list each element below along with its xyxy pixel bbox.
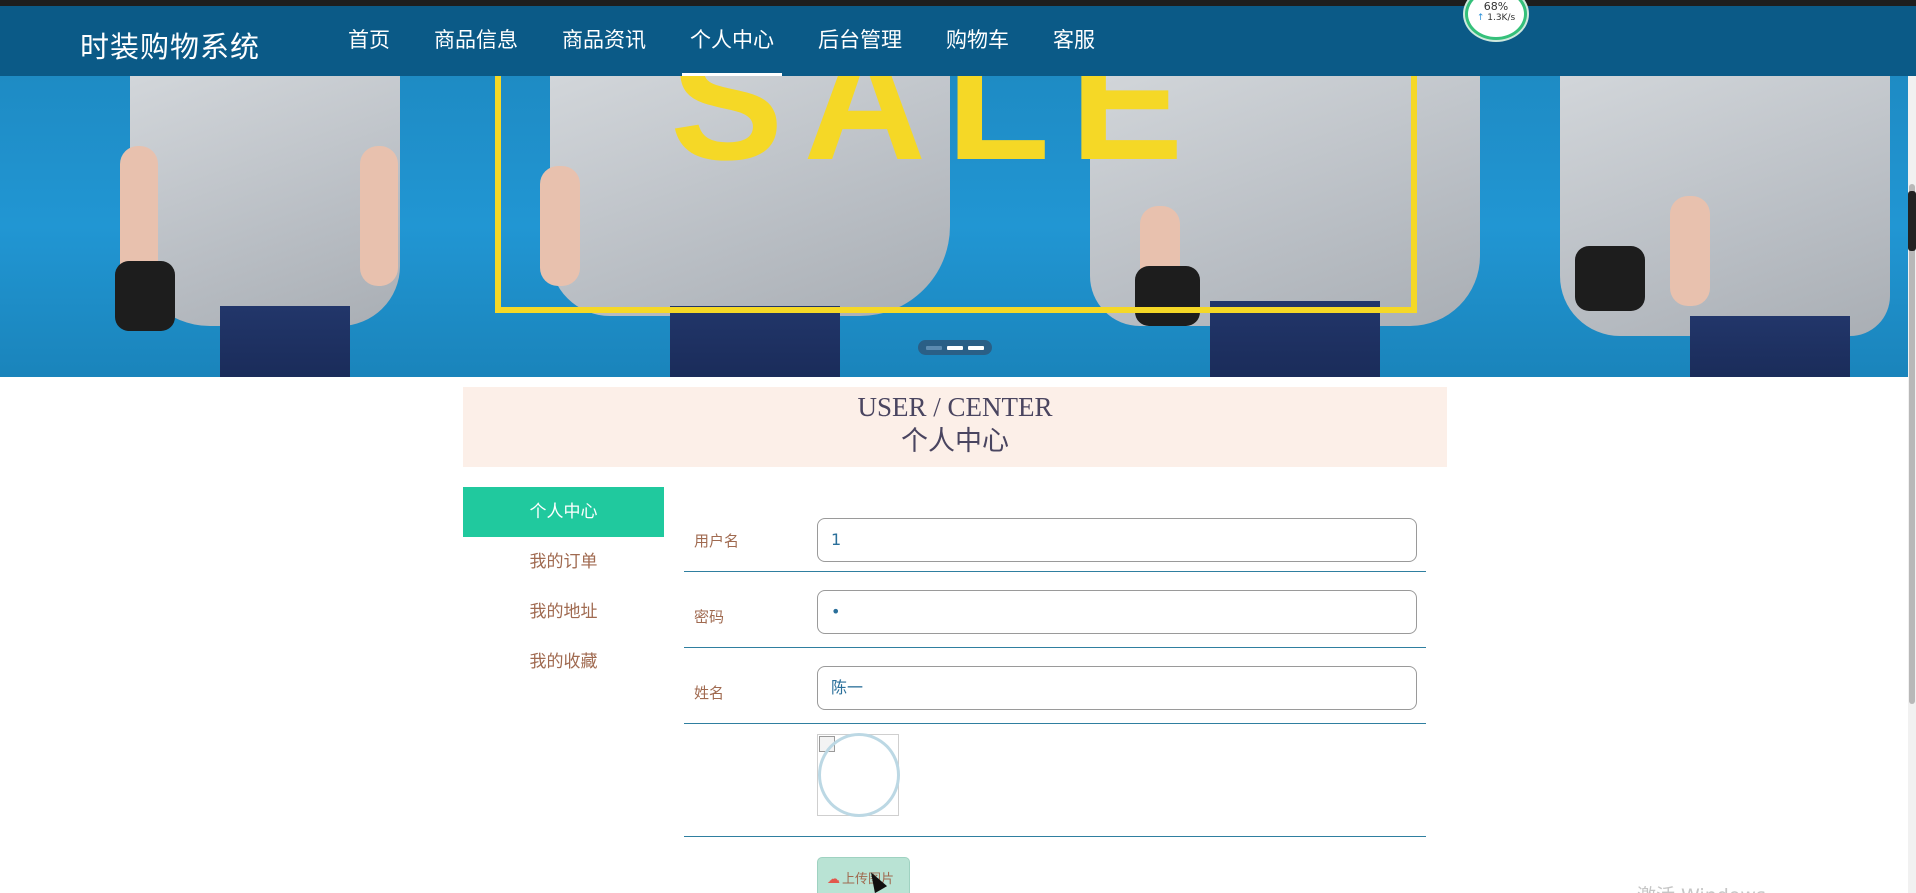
sidebar-item-user-center[interactable]: 个人中心 [463, 487, 664, 537]
nav-item-admin[interactable]: 后台管理 [800, 6, 920, 76]
password-label: 密码 [694, 608, 725, 626]
nav-item-user-center[interactable]: 个人中心 [672, 6, 792, 76]
main-nav: 首页 商品信息 商品资讯 个人中心 后台管理 购物车 客服 [330, 6, 1121, 76]
username-label: 用户名 [694, 532, 740, 550]
user-info-form: 用户名 1 密码 • 姓名 陈一 [684, 500, 1426, 837]
nav-item-service[interactable]: 客服 [1035, 6, 1113, 76]
sidebar-item-addresses[interactable]: 我的地址 [463, 587, 664, 637]
name-field[interactable]: 陈一 [817, 666, 1417, 710]
avatar-image [817, 733, 900, 817]
site-title: 时装购物系统 [80, 30, 261, 64]
form-row-password: 密码 • [684, 572, 1426, 648]
nav-item-news[interactable]: 商品资讯 [544, 6, 664, 76]
carousel-dot-1[interactable] [926, 345, 942, 350]
windows-activation-watermark: 激活 Windows [1637, 881, 1766, 893]
form-row-username: 用户名 1 [684, 500, 1426, 572]
user-sidebar: 个人中心 我的订单 我的地址 我的收藏 [463, 487, 664, 687]
carousel-dot-2[interactable] [947, 345, 963, 350]
speed-widget-upload: ↑ 1.3K/s [1468, 13, 1524, 24]
section-title-cn: 个人中心 [901, 426, 1009, 456]
nav-item-home[interactable]: 首页 [330, 6, 408, 76]
banner-sale-text: SALE [670, 76, 1204, 196]
cloud-upload-icon: ☁ [827, 872, 840, 887]
hero-banner-carousel[interactable]: SALE [0, 76, 1908, 377]
sidebar-item-orders[interactable]: 我的订单 [463, 537, 664, 587]
avatar-frame [818, 733, 900, 817]
name-label: 姓名 [694, 684, 725, 702]
nav-item-products[interactable]: 商品信息 [416, 6, 536, 76]
section-title-en: USER / CENTER [857, 392, 1053, 422]
banner-model-1 [110, 76, 410, 377]
speed-widget-percent: 68% [1483, 0, 1509, 13]
section-header: USER / CENTER 个人中心 [463, 387, 1447, 467]
scrollbar-handle[interactable] [1908, 191, 1916, 251]
arrow-up-icon: ↑ [1476, 13, 1485, 23]
form-row-name: 姓名 陈一 [684, 648, 1426, 724]
form-row-avatar [684, 724, 1426, 837]
nav-item-cart[interactable]: 购物车 [928, 6, 1027, 76]
password-field[interactable]: • [817, 590, 1417, 634]
carousel-indicators [918, 340, 992, 355]
banner-model-4 [1540, 76, 1900, 377]
sidebar-item-favorites[interactable]: 我的收藏 [463, 637, 664, 687]
carousel-dot-3[interactable] [968, 345, 984, 350]
page-scrollbar[interactable] [1908, 76, 1916, 893]
top-navbar: 时装购物系统 首页 商品信息 商品资讯 个人中心 后台管理 购物车 客服 [0, 6, 1916, 76]
scrollbar-thumb[interactable] [1909, 184, 1915, 704]
speed-widget-upload-value: 1.3K/s [1487, 13, 1516, 23]
username-field[interactable]: 1 [817, 518, 1417, 562]
upload-image-button[interactable]: ☁ 上传图片 [817, 857, 910, 893]
